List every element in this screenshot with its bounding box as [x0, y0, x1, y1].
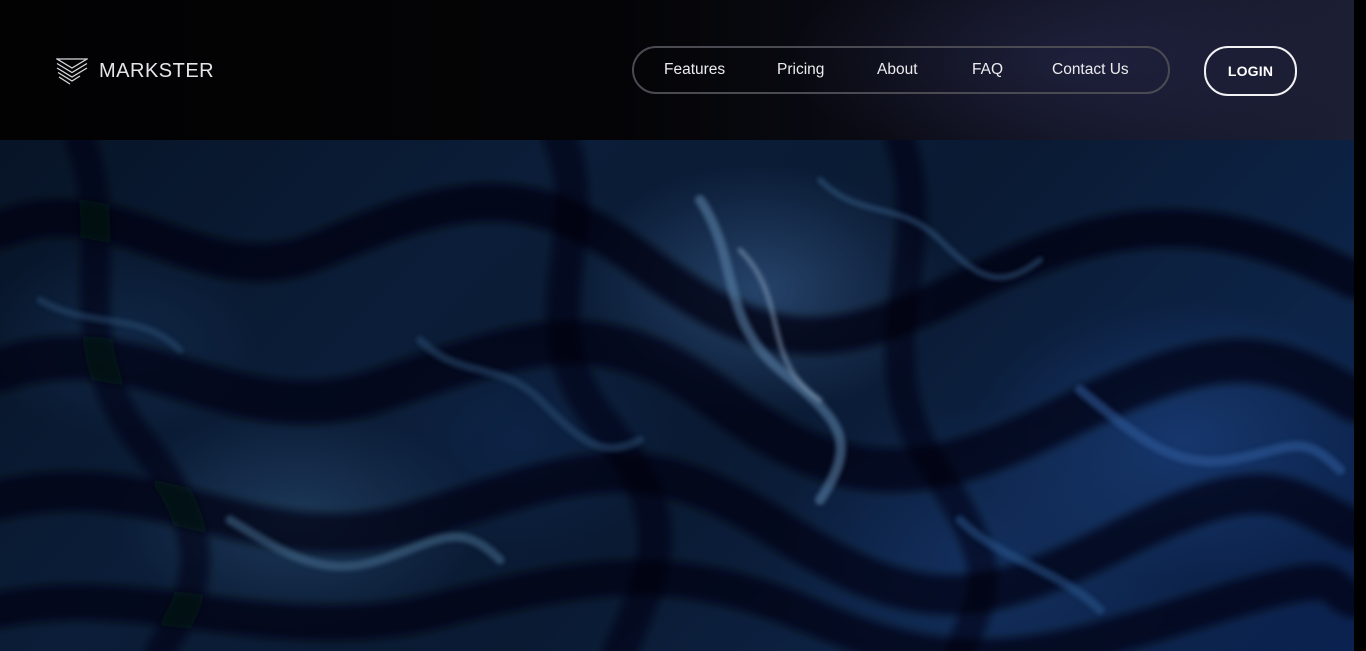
marble-texture — [0, 140, 1354, 651]
layered-chevron-logo-icon — [56, 58, 88, 85]
nav-item-contact-us[interactable]: Contact Us — [1052, 61, 1129, 79]
nav-item-about[interactable]: About — [877, 61, 918, 79]
login-button[interactable]: LOGIN — [1204, 46, 1297, 96]
brand-name: MARKSTER — [99, 59, 215, 82]
scrollbar-track[interactable] — [1354, 0, 1366, 651]
hero-background-image — [0, 140, 1354, 651]
nav-item-features[interactable]: Features — [664, 61, 725, 79]
landing-page: MARKSTER Features Pricing About FAQ Cont… — [0, 0, 1366, 651]
nav-item-pricing[interactable]: Pricing — [777, 61, 824, 79]
nav-item-faq[interactable]: FAQ — [972, 61, 1003, 79]
brand-logo-link[interactable]: MARKSTER — [56, 56, 214, 86]
site-header: MARKSTER Features Pricing About FAQ Cont… — [0, 0, 1354, 140]
main-nav: Features Pricing About FAQ Contact Us — [632, 46, 1170, 94]
